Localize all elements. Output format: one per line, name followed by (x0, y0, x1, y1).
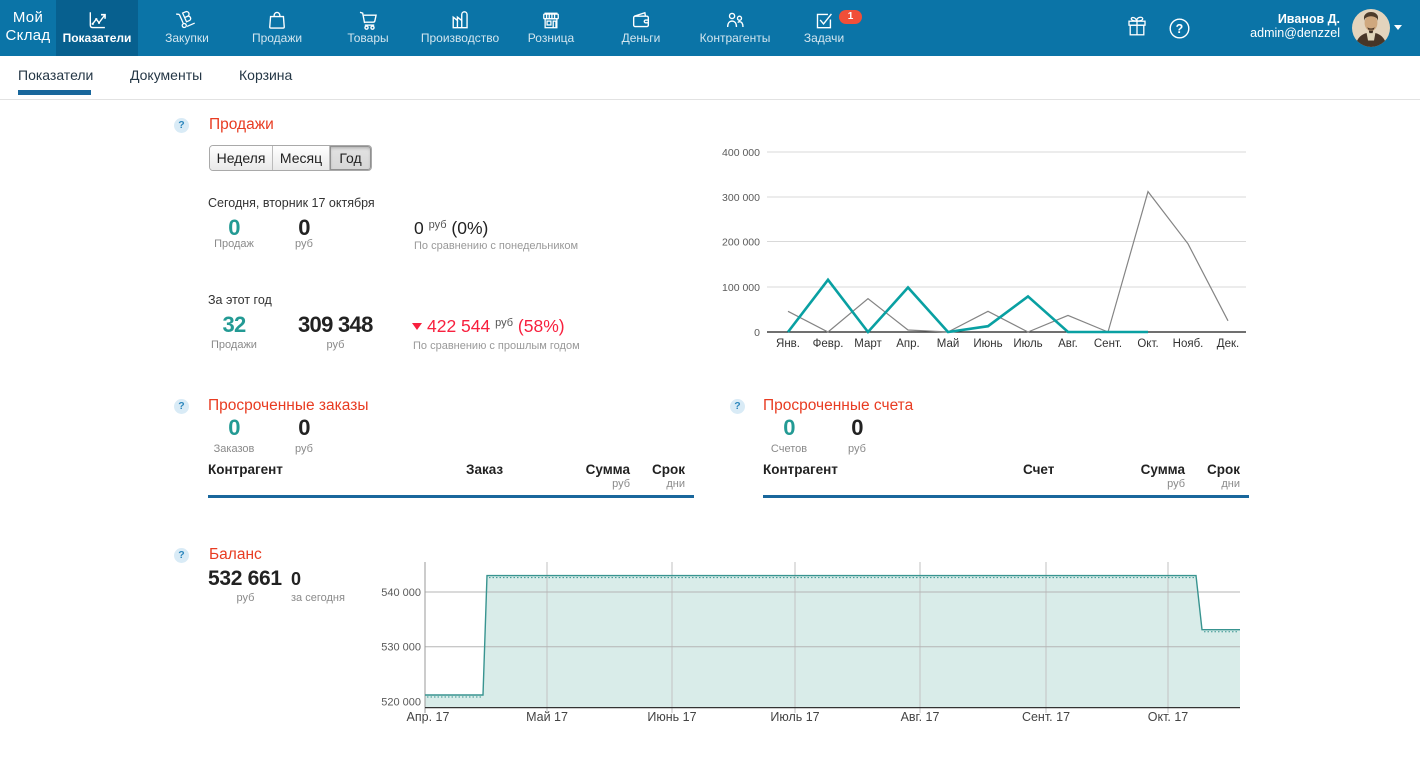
svg-text:Авг.: Авг. (1058, 338, 1078, 350)
svg-text:Дек.: Дек. (1217, 338, 1239, 350)
svg-text:530 000: 530 000 (381, 642, 421, 654)
svg-text:Сент. 17: Сент. 17 (1022, 710, 1070, 724)
svg-text:Март: Март (854, 338, 882, 350)
svg-text:Апр. 17: Апр. 17 (407, 710, 450, 724)
svg-text:Июль 17: Июль 17 (770, 710, 819, 724)
svg-text:Июнь: Июнь (973, 338, 1002, 350)
svg-text:520 000: 520 000 (381, 696, 421, 708)
svg-text:?: ? (1176, 22, 1184, 36)
svg-text:Окт. 17: Окт. 17 (1148, 710, 1189, 724)
svg-text:Нояб.: Нояб. (1173, 338, 1204, 350)
svg-text:Июль: Июль (1013, 338, 1042, 350)
svg-text:Янв.: Янв. (776, 338, 800, 350)
svg-text:Апр.: Апр. (896, 338, 920, 350)
svg-text:Окт.: Окт. (1137, 338, 1158, 350)
svg-text:Июнь 17: Июнь 17 (647, 710, 696, 724)
svg-text:Май 17: Май 17 (526, 710, 568, 724)
svg-text:100 000: 100 000 (722, 282, 760, 294)
svg-text:Авг. 17: Авг. 17 (901, 710, 940, 724)
svg-text:200 000: 200 000 (722, 237, 760, 249)
svg-text:Сент.: Сент. (1094, 338, 1122, 350)
svg-text:Февр.: Февр. (813, 338, 844, 350)
svg-text:400 000: 400 000 (722, 147, 760, 159)
svg-text:300 000: 300 000 (722, 192, 760, 204)
svg-text:0: 0 (754, 327, 760, 339)
svg-text:540 000: 540 000 (381, 587, 421, 599)
svg-text:Май: Май (937, 338, 960, 350)
